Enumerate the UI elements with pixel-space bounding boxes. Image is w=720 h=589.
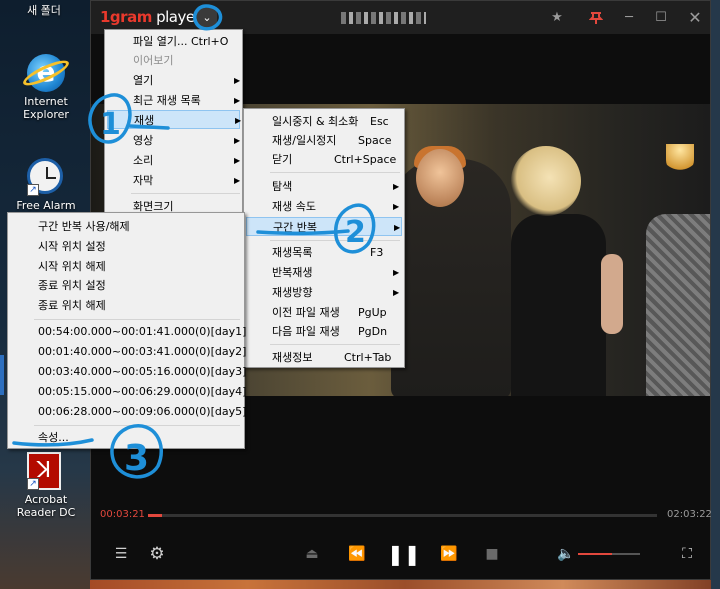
- submenu-arrow-icon: ▶: [393, 268, 400, 277]
- menu-item-speed[interactable]: 재생 속도 ▶: [246, 197, 402, 216]
- video-scene-person: [416, 149, 464, 207]
- submenu-arrow-icon: ▶: [234, 176, 241, 185]
- playback-submenu: 일시중지 & 최소화 Esc 재생/일시정지 Space 닫기 Ctrl+Space …: [243, 108, 405, 368]
- menu-item-previous-file[interactable]: 이전 파일 재생 PgUp: [246, 303, 402, 322]
- stop-icon[interactable]: ■: [479, 541, 505, 567]
- menu-item-close[interactable]: 닫기 Ctrl+Space: [246, 150, 402, 169]
- acrobat-icon: ꓘ ↗: [27, 452, 65, 490]
- submenu-arrow-icon: ▶: [393, 202, 400, 211]
- rewind-icon[interactable]: ⏪: [344, 541, 370, 567]
- volume-level: [578, 553, 613, 555]
- menu-separator: [270, 240, 400, 241]
- menu-item-video[interactable]: 영상 ▶: [107, 131, 240, 150]
- alarm-clock-icon: ↗: [27, 158, 65, 196]
- menu-item-set-end[interactable]: 종료 위치 설정: [10, 276, 242, 295]
- menu-item-properties[interactable]: 속성...: [38, 428, 270, 447]
- menu-item-audio[interactable]: 소리 ▶: [107, 151, 240, 170]
- volume-icon[interactable]: 🔈: [553, 541, 579, 567]
- menu-item-playback[interactable]: 재생 ▶: [107, 110, 242, 129]
- menu-item-ab-range[interactable]: 00:01:40.000~00:03:41.000(0)[day2]: [10, 342, 246, 361]
- eject-icon[interactable]: ⏏: [299, 541, 325, 567]
- submenu-arrow-icon: ▶: [234, 156, 241, 165]
- submenu-arrow-icon: ▶: [394, 223, 401, 232]
- menu-separator: [131, 193, 240, 194]
- submenu-arrow-icon: ▶: [393, 182, 400, 191]
- app-logo: 1gram playe: [100, 8, 195, 26]
- fast-forward-icon[interactable]: ⏩: [436, 541, 462, 567]
- video-scene-person: [511, 146, 581, 216]
- desktop-icon-label: Free Alarm: [16, 199, 76, 212]
- total-time: 02:03:22: [667, 509, 712, 520]
- playlist-icon[interactable]: ☰: [108, 541, 134, 567]
- menu-item-pause-minimize[interactable]: 일시중지 & 최소화 Esc: [246, 112, 402, 131]
- video-scene-person: [646, 214, 710, 396]
- desktop-icon-label: Acrobat Reader DC: [16, 493, 76, 519]
- control-bar: ☰ ⚙ ⏏ ⏪ ❚❚ ⏩ ■ 🔈 ⛶: [91, 529, 710, 579]
- main-menu-button[interactable]: ⌄: [197, 8, 217, 28]
- main-context-menu: 파일 열기... Ctrl+O 이어보기 열기 ▶ 최근 재생 목록 ▶ 재생 ▶ 영…: [104, 29, 243, 219]
- seek-bar: 00:03:21 02:03:22: [91, 506, 712, 524]
- menu-item-ab-toggle[interactable]: 구간 반복 사용/해제: [10, 217, 242, 236]
- menu-item-repeat[interactable]: 반복재생 ▶: [246, 263, 402, 282]
- video-scene-person: [511, 214, 606, 396]
- submenu-arrow-icon: ▶: [235, 116, 242, 125]
- submenu-arrow-icon: ▶: [393, 288, 400, 297]
- ab-repeat-submenu: 구간 반복 사용/해제 시작 위치 설정 시작 위치 해제 종료 위치 설정 종…: [7, 212, 246, 449]
- favorite-star-icon[interactable]: ★: [546, 7, 568, 29]
- menu-separator: [34, 319, 240, 320]
- maximize-button[interactable]: ☐: [650, 7, 672, 29]
- minimize-button[interactable]: ─: [618, 7, 640, 29]
- submenu-arrow-icon: ▶: [234, 136, 241, 145]
- close-button[interactable]: ✕: [684, 7, 706, 29]
- pin-on-top-icon[interactable]: [585, 7, 607, 29]
- fullscreen-icon[interactable]: ⛶: [674, 541, 700, 567]
- menu-item-clear-end[interactable]: 종료 위치 해제: [10, 296, 242, 315]
- menu-item-subtitle[interactable]: 자막 ▶: [107, 171, 240, 190]
- video-scene-person: [601, 254, 623, 334]
- taskbar-indicator: [0, 355, 4, 395]
- menu-item-resume: 이어보기: [133, 54, 174, 67]
- volume-slider[interactable]: [578, 553, 640, 555]
- menu-item-open-file[interactable]: 파일 열기... Ctrl+O: [107, 32, 240, 51]
- menu-item-play-pause[interactable]: 재생/일시정지 Space: [246, 131, 402, 150]
- menu-item-playlist[interactable]: 재생목록 F3: [246, 243, 402, 262]
- menu-item-ab-range[interactable]: 00:54:00.000~00:01:41.000(0)[day1]: [10, 322, 246, 341]
- menu-item-ab-range[interactable]: 00:06:28.000~00:09:06.000(0)[day5]: [10, 402, 246, 421]
- desktop-icon-new-folder[interactable]: 새 폴더: [4, 4, 84, 17]
- file-title-blurred: [341, 12, 426, 24]
- desktop-icon-label: 새 폴더: [27, 4, 61, 17]
- menu-item-ab-range[interactable]: 00:05:15.000~00:06:29.000(0)[day4]: [10, 382, 246, 401]
- seek-progress: [148, 514, 162, 517]
- current-time: 00:03:21: [100, 509, 145, 520]
- shortcut-arrow-icon: ↗: [27, 184, 39, 196]
- submenu-arrow-icon: ▶: [234, 76, 241, 85]
- menu-separator: [270, 172, 400, 173]
- menu-item-direction[interactable]: 재생방향 ▶: [246, 283, 402, 302]
- shortcut-arrow-icon: ↗: [27, 478, 39, 490]
- menu-separator: [34, 425, 240, 426]
- menu-item-open[interactable]: 열기 ▶: [107, 71, 240, 90]
- internet-explorer-icon: e: [20, 54, 72, 92]
- menu-item-playback-info[interactable]: 재생정보 Ctrl+Tab: [246, 348, 402, 367]
- settings-gear-icon[interactable]: ⚙: [144, 541, 170, 567]
- menu-item-next-file[interactable]: 다음 파일 재생 PgDn: [246, 322, 402, 341]
- menu-item-recent[interactable]: 최근 재생 목록 ▶: [107, 91, 240, 110]
- menu-item-set-start[interactable]: 시작 위치 설정: [10, 237, 242, 256]
- pause-icon[interactable]: ❚❚: [387, 541, 421, 567]
- menu-item-seek[interactable]: 탐색 ▶: [246, 177, 402, 196]
- submenu-arrow-icon: ▶: [234, 96, 241, 105]
- menu-item-clear-start[interactable]: 시작 위치 해제: [10, 257, 242, 276]
- menu-separator: [270, 344, 400, 345]
- desktop-icon-label: Internet Explorer: [23, 95, 69, 121]
- desktop-icon-free-alarm[interactable]: ↗ Free Alarm: [6, 158, 86, 212]
- desktop-icon-internet-explorer[interactable]: e Internet Explorer: [6, 54, 86, 121]
- seek-track[interactable]: [148, 514, 657, 517]
- desktop-edge: [711, 0, 720, 589]
- desktop-icon-acrobat-reader[interactable]: ꓘ ↗ Acrobat Reader DC: [6, 452, 86, 519]
- menu-item-ab-repeat[interactable]: 구간 반복 ▶: [246, 217, 402, 236]
- video-scene-lamp: [666, 144, 694, 174]
- menu-item-ab-range[interactable]: 00:03:40.000~00:05:16.000(0)[day3]: [10, 362, 246, 381]
